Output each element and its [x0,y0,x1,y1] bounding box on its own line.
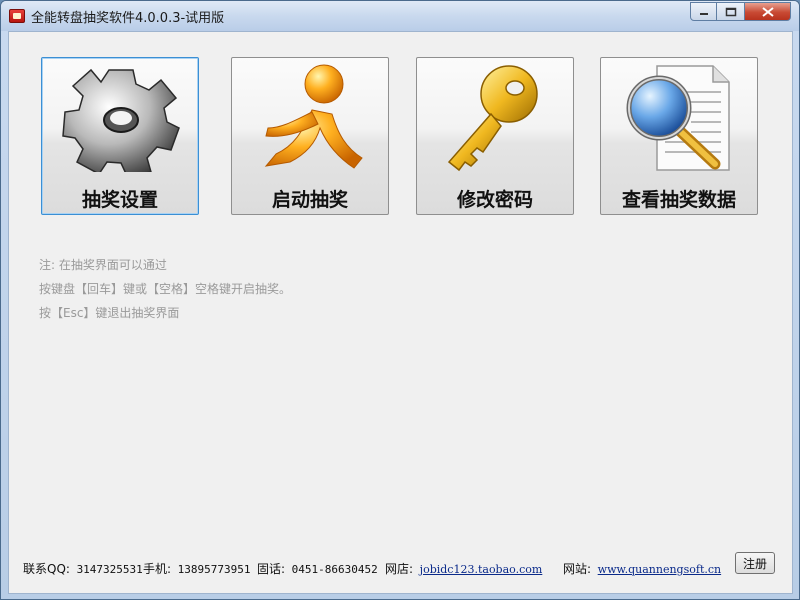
site-link[interactable]: www.quannengsoft.cn [598,563,721,576]
window-title: 全能转盘抽奖软件4.0.0.3-试用版 [31,11,225,26]
qq-label: 联系QQ: [23,562,70,576]
contact-phone: 手机: 13895773951 [143,560,251,577]
hint-line-3: 按【Esc】键退出抽奖界面 [39,306,180,320]
tel-value: 0451-86630452 [291,563,378,576]
tel-label: 固话: [257,562,286,576]
qq-value: 3147325531 [76,563,143,576]
view-lottery-data-button[interactable]: 查看抽奖数据 [600,57,758,215]
close-button[interactable] [745,2,791,21]
document-search-icon [626,65,730,171]
register-button[interactable]: 注册 [735,552,775,574]
start-lottery-button[interactable]: 启动抽奖 [231,57,389,215]
minimize-button[interactable] [690,2,717,21]
contact-site: 网站: www.quannengsoft.cn [563,560,721,577]
app-icon [9,9,25,23]
maximize-icon [725,7,736,16]
running-man-icon [264,64,363,169]
contact-shop: 网店: jobidc123.taobao.com [385,560,542,577]
lottery-settings-button[interactable]: 抽奖设置 [41,57,199,215]
phone-value: 13895773951 [177,563,251,576]
tile-label: 修改密码 [456,189,533,211]
hint-line-2: 按键盘【回车】键或【空格】空格键开启抽奖。 [39,282,292,296]
key-icon [447,65,538,172]
tile-label: 启动抽奖 [271,189,348,211]
minimize-icon [699,12,708,15]
hint-line-1: 注: 在抽奖界面可以通过 [39,258,167,272]
maximize-button[interactable] [717,2,745,21]
title-bar[interactable]: 全能转盘抽奖软件4.0.0.3-试用版 [1,1,799,31]
main-panel: 抽奖设置 启动抽奖 修改密码 查看抽奖数据 注: 在抽奖界面可以通过 按键盘【回… [8,31,793,594]
phone-label: 手机: [143,562,172,576]
tile-label: 抽奖设置 [81,189,158,211]
gear-icon [62,68,180,172]
contact-tel: 固话: 0451-86630452 [257,560,378,577]
close-icon [761,6,774,17]
shop-link[interactable]: jobidc123.taobao.com [420,563,543,576]
shop-label: 网店: [385,562,414,576]
contact-qq: 联系QQ: 3147325531 [23,560,143,577]
change-password-button[interactable]: 修改密码 [416,57,574,215]
tile-label: 查看抽奖数据 [621,189,736,211]
site-label: 网站: [563,562,592,576]
app-window: 全能转盘抽奖软件4.0.0.3-试用版 抽奖设置 启动抽奖 修改密码 查看抽奖数… [0,0,800,600]
